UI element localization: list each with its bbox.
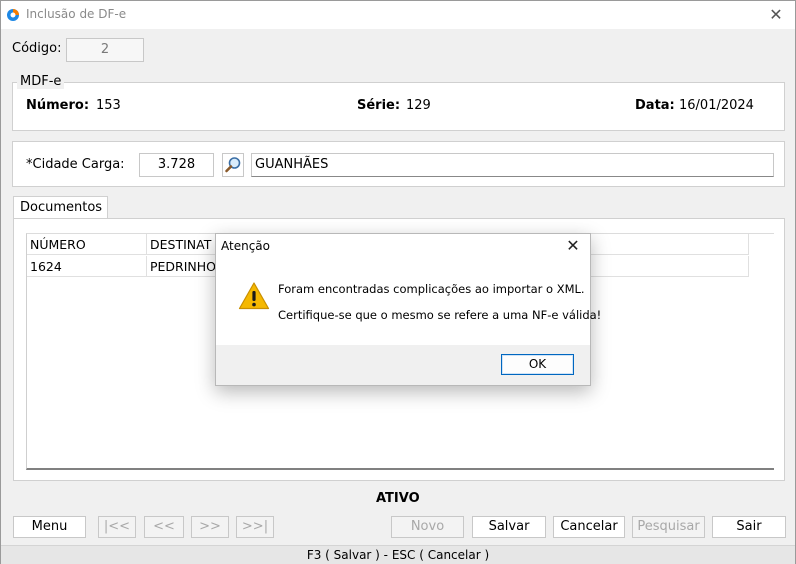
prev-record-button[interactable]: << [144, 516, 184, 538]
data-value: 16/01/2024 [679, 98, 754, 113]
warning-icon [238, 282, 270, 310]
menu-button[interactable]: Menu [13, 516, 86, 538]
main-window: Inclusão de DF-e ✕ Código: 2 MDF-e Númer… [0, 0, 796, 564]
dialog-message-line2: Certifique-se que o mesmo se refere a um… [278, 308, 602, 322]
next-record-button[interactable]: >> [191, 516, 229, 538]
dialog-ok-button[interactable]: OK [501, 354, 574, 375]
dialog-title-bar: Atenção ✕ [216, 234, 590, 259]
numero-value: 153 [96, 98, 121, 113]
last-record-button[interactable]: >>| [236, 516, 274, 538]
mdfe-legend: MDF-e [17, 74, 65, 89]
codigo-label: Código: [12, 41, 62, 56]
cidade-label: *Cidade Carga: [26, 157, 125, 172]
title-bar: Inclusão de DF-e ✕ [1, 1, 795, 29]
grid-header-numero[interactable]: NÚMERO [27, 234, 147, 255]
dialog-close-button[interactable]: ✕ [562, 235, 584, 257]
dialog-title: Atenção [221, 239, 270, 253]
dialog-body: Foram encontradas complicações ao import… [216, 259, 601, 345]
sair-button[interactable]: Sair [712, 516, 786, 538]
magnifier-icon [225, 157, 241, 173]
salvar-button[interactable]: Salvar [472, 516, 546, 538]
novo-button[interactable]: Novo [391, 516, 464, 538]
codigo-field[interactable]: 2 [66, 38, 144, 62]
cidade-code-field[interactable]: 3.728 [139, 153, 214, 177]
cidade-name-field[interactable]: GUANHÃES [251, 153, 774, 177]
window-close-button[interactable]: ✕ [765, 5, 787, 25]
numero-label: Número: [26, 98, 90, 113]
shortcut-status-bar: F3 ( Salvar ) - ESC ( Cancelar ) [1, 545, 795, 564]
window-title: Inclusão de DF-e [26, 7, 127, 21]
warning-dialog: Atenção ✕ Foram encontradas complicações… [215, 233, 601, 386]
serie-label: Série: [357, 98, 401, 113]
cancelar-button[interactable]: Cancelar [553, 516, 625, 538]
pesquisar-button[interactable]: Pesquisar [632, 516, 705, 538]
grid-cell-numero: 1624 [27, 256, 147, 277]
cidade-search-button[interactable] [222, 153, 244, 177]
data-label: Data: [635, 98, 675, 113]
first-record-button[interactable]: |<< [98, 516, 136, 538]
app-logo-icon [7, 9, 19, 21]
status-text: ATIVO [376, 491, 420, 506]
close-icon: ✕ [566, 236, 580, 255]
tab-documentos[interactable]: Documentos [13, 196, 108, 219]
close-icon: ✕ [769, 5, 783, 24]
serie-value: 129 [406, 98, 431, 113]
dialog-message-line1: Foram encontradas complicações ao import… [278, 282, 585, 296]
